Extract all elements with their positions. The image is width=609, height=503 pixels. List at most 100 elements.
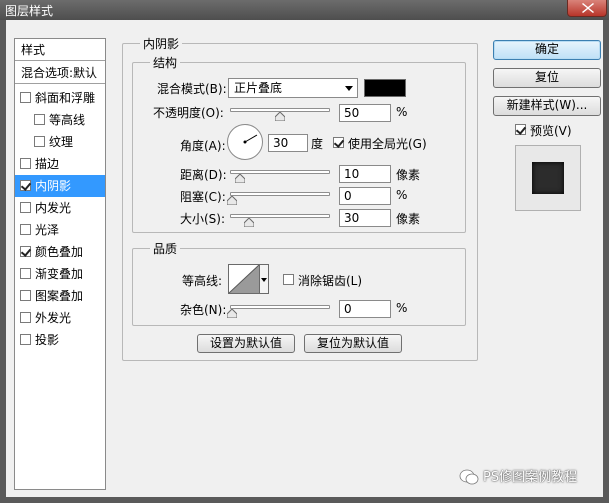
style-checkbox[interactable] — [20, 92, 31, 103]
style-item-inner-shadow[interactable]: 内阴影 — [15, 175, 105, 197]
opacity-label: 不透明度(O): — [153, 106, 224, 120]
shadow-color-swatch[interactable] — [364, 79, 406, 97]
blend-mode-select[interactable]: 正片叠底 — [228, 78, 358, 98]
contour-picker[interactable] — [228, 264, 260, 294]
styles-list: 样式 混合选项:默认 斜面和浮雕 等高线 纹理 描边 内阴影 内发光 光泽 颜色… — [14, 38, 106, 490]
style-item-drop-shadow[interactable]: 投影 — [15, 329, 105, 351]
style-item-label: 外发光 — [35, 311, 72, 325]
choke-slider[interactable] — [230, 192, 330, 196]
quality-title: 品质 — [150, 240, 181, 257]
blend-mode-value: 正片叠底 — [234, 81, 283, 95]
antialias-label[interactable]: 消除锯齿(L) — [298, 272, 362, 289]
style-item-label: 颜色叠加 — [35, 245, 84, 259]
angle-label: 角度(A): — [180, 139, 226, 153]
style-preview-thumbnail — [515, 145, 581, 211]
style-checkbox[interactable] — [20, 312, 31, 323]
style-checkbox[interactable] — [20, 180, 31, 191]
style-item-satin[interactable]: 光泽 — [15, 219, 105, 241]
blending-options-item[interactable]: 混合选项:默认 — [21, 64, 97, 81]
distance-unit: 像素 — [396, 168, 421, 182]
angle-dial[interactable] — [227, 124, 263, 160]
list-divider — [15, 60, 105, 61]
style-checkbox[interactable] — [20, 224, 31, 235]
style-item-label: 等高线 — [49, 113, 86, 127]
style-checkbox[interactable] — [20, 268, 31, 279]
style-item-contour[interactable]: 等高线 — [15, 109, 105, 131]
inner-shadow-title: 内阴影 — [140, 35, 183, 52]
styles-header[interactable]: 样式 — [21, 41, 45, 58]
style-checkbox[interactable] — [34, 136, 45, 147]
size-input[interactable]: 30 — [339, 209, 391, 227]
preview-checkbox[interactable] — [515, 124, 526, 135]
angle-input[interactable]: 30 — [268, 134, 308, 152]
style-item-label: 纹理 — [49, 135, 74, 149]
style-item-label: 内发光 — [35, 201, 72, 215]
chevron-down-icon — [345, 86, 353, 91]
noise-label: 杂色(N): — [180, 303, 227, 317]
size-slider-thumb[interactable] — [244, 218, 254, 227]
noise-input[interactable]: 0 — [339, 300, 391, 318]
noise-unit: % — [396, 301, 408, 315]
contour-dropdown-button[interactable] — [260, 264, 269, 294]
close-button[interactable] — [567, 0, 607, 17]
style-item-label: 投影 — [35, 333, 60, 347]
style-item-bevel-emboss[interactable]: 斜面和浮雕 — [15, 87, 105, 109]
size-unit: 像素 — [396, 212, 421, 226]
style-item-label: 斜面和浮雕 — [35, 91, 96, 105]
opacity-unit: % — [396, 105, 408, 119]
angle-dial-graphic — [243, 134, 258, 144]
global-light-checkbox[interactable] — [333, 137, 344, 148]
window-title: 图层样式 — [5, 4, 54, 18]
structure-title: 结构 — [150, 54, 181, 71]
style-item-pattern-overlay[interactable]: 图案叠加 — [15, 285, 105, 307]
contour-label: 等高线: — [182, 274, 223, 288]
choke-label: 阻塞(C): — [180, 190, 226, 204]
preview-swatch — [532, 162, 564, 194]
style-checkbox[interactable] — [20, 290, 31, 301]
noise-slider-thumb[interactable] — [227, 309, 237, 318]
opacity-input[interactable]: 50 — [339, 104, 391, 122]
style-item-inner-glow[interactable]: 内发光 — [15, 197, 105, 219]
style-checkbox[interactable] — [20, 334, 31, 345]
style-checkbox[interactable] — [20, 158, 31, 169]
window-frame-bottom — [0, 497, 609, 503]
chevron-down-icon — [261, 278, 267, 282]
antialias-checkbox[interactable] — [283, 274, 294, 285]
style-item-label: 描边 — [35, 157, 60, 171]
wechat-icon — [459, 469, 479, 485]
choke-input[interactable]: 0 — [339, 187, 391, 205]
style-checkbox[interactable] — [20, 246, 31, 257]
style-checkbox[interactable] — [20, 202, 31, 213]
make-default-button[interactable]: 设置为默认值 — [197, 334, 295, 353]
style-item-label: 内阴影 — [35, 179, 72, 193]
new-style-button[interactable]: 新建样式(W)... — [493, 96, 601, 116]
close-icon — [582, 3, 594, 13]
global-light-label[interactable]: 使用全局光(G) — [348, 135, 427, 152]
style-item-texture[interactable]: 纹理 — [15, 131, 105, 153]
list-divider — [15, 83, 105, 84]
contour-curve-icon — [228, 264, 260, 294]
choke-unit: % — [396, 188, 408, 202]
style-item-label: 图案叠加 — [35, 289, 84, 303]
ok-button[interactable]: 确定 — [493, 40, 601, 60]
reset-default-button[interactable]: 复位为默认值 — [304, 334, 402, 353]
style-item-label: 光泽 — [35, 223, 60, 237]
angle-unit: 度 — [311, 137, 324, 151]
window-frame-right — [603, 20, 609, 503]
blend-mode-label: 混合模式(B): — [157, 82, 227, 96]
choke-slider-thumb[interactable] — [227, 196, 237, 205]
title-bar: 图层样式 — [0, 0, 609, 20]
reset-button[interactable]: 复位 — [493, 68, 601, 88]
style-item-gradient-overlay[interactable]: 渐变叠加 — [15, 263, 105, 285]
style-checkbox[interactable] — [34, 114, 45, 125]
style-item-color-overlay[interactable]: 颜色叠加 — [15, 241, 105, 263]
distance-slider-thumb[interactable] — [235, 174, 245, 183]
distance-input[interactable]: 10 — [339, 165, 391, 183]
style-item-outer-glow[interactable]: 外发光 — [15, 307, 105, 329]
distance-slider[interactable] — [230, 170, 330, 174]
preview-label[interactable]: 预览(V) — [530, 122, 572, 139]
noise-slider[interactable] — [230, 305, 330, 309]
style-item-stroke[interactable]: 描边 — [15, 153, 105, 175]
style-item-label: 渐变叠加 — [35, 267, 84, 281]
opacity-slider-thumb[interactable] — [275, 112, 285, 121]
